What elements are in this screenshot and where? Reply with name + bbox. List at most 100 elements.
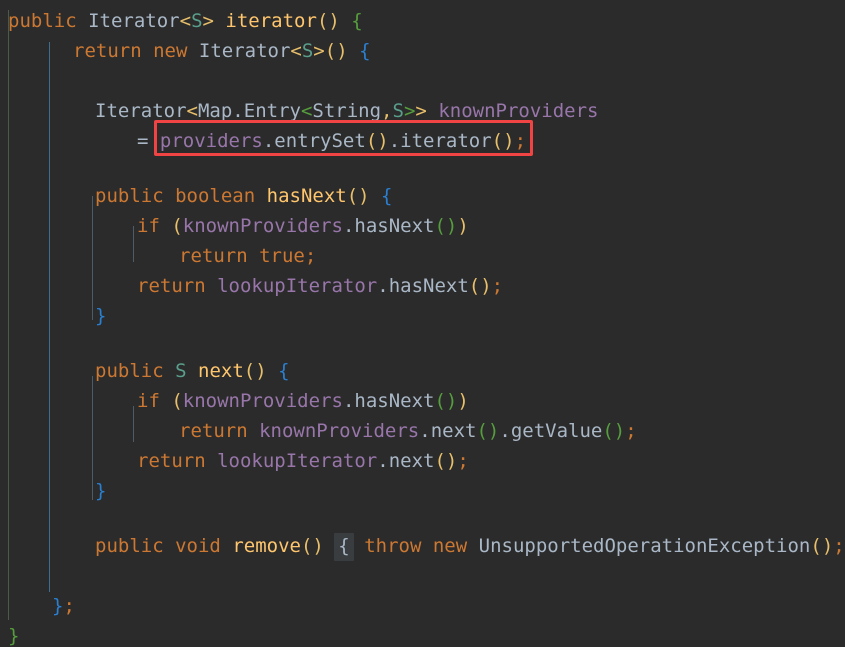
token-bracket: (): [324, 40, 348, 62]
code-line[interactable]: if (knownProviders.hasNext()): [8, 386, 469, 416]
token-type: String: [312, 100, 382, 122]
code-line[interactable]: }: [8, 621, 19, 647]
token-dot: .: [377, 275, 389, 297]
token-bracket: (): [243, 360, 267, 382]
token-field: knownProviders: [438, 100, 599, 122]
token-brace: {: [359, 40, 371, 62]
token-type-param: S: [392, 100, 404, 122]
code-line[interactable]: public S next() {: [8, 356, 290, 386]
token-semicolon: ;: [63, 595, 75, 617]
token-field: lookupIterator: [217, 450, 378, 472]
code-line[interactable]: public void remove() { throw new Unsuppo…: [8, 531, 845, 561]
token-method: getValue: [510, 420, 603, 442]
token-bracket: >: [403, 100, 416, 122]
code-line[interactable]: public boolean hasNext() {: [8, 181, 393, 211]
token-keyword: if: [137, 215, 160, 237]
code-line[interactable]: Iterator<Map.Entry<String,S>> knownProvi…: [8, 96, 598, 126]
token-field: knownProviders: [182, 215, 343, 237]
code-line[interactable]: }: [8, 476, 106, 506]
code-line[interactable]: return knownProviders.next().getValue();: [8, 416, 637, 446]
token-bracket: (): [602, 420, 626, 442]
token-semicolon: ;: [514, 130, 527, 152]
token-bracket: (): [810, 535, 834, 557]
token-dot: .: [499, 420, 511, 442]
token-bracket: (): [476, 420, 500, 442]
token-method-decl: iterator: [225, 10, 317, 32]
token-keyword: throw: [364, 535, 422, 557]
token-bracket: (): [316, 10, 340, 32]
code-line[interactable]: return new Iterator<S>() {: [8, 36, 371, 66]
token-keyword: public: [95, 535, 164, 557]
token-method: hasNext: [354, 390, 435, 412]
token-method: hasNext: [388, 275, 469, 297]
token-semicolon: ;: [491, 275, 504, 297]
code-editor[interactable]: public Iterator<S> iterator() { return n…: [0, 0, 845, 647]
token-bracket: (): [300, 535, 324, 557]
code-line[interactable]: return lookupIterator.next();: [8, 446, 469, 476]
token-type-param: S: [301, 40, 314, 62]
token-bracket: (): [434, 215, 458, 237]
token-keyword: return: [179, 420, 248, 442]
token-keyword: true: [259, 245, 305, 267]
code-text-layer[interactable]: public Iterator<S> iterator() { return n…: [0, 0, 845, 647]
token-keyword: new: [432, 535, 468, 557]
token-keyword: return: [179, 245, 248, 267]
token-brace: {: [278, 360, 290, 382]
token-method-decl: remove: [232, 535, 301, 557]
token-dot: .: [419, 420, 431, 442]
token-dot: .: [232, 100, 244, 122]
token-brace: }: [95, 480, 107, 502]
token-semicolon: ;: [304, 245, 317, 267]
token-type: Iterator: [88, 10, 180, 32]
token-keyword: return: [73, 40, 142, 62]
token-brace: {: [381, 185, 393, 207]
token-bracket: <: [179, 10, 192, 32]
token-method: hasNext: [354, 215, 435, 237]
token-keyword: public: [95, 360, 164, 382]
token-type-param: S: [191, 10, 203, 32]
token-bracket: >: [202, 10, 214, 32]
code-line[interactable]: if (knownProviders.hasNext()): [8, 211, 469, 241]
token-semicolon: ;: [833, 535, 845, 557]
token-bracket: <: [290, 40, 302, 62]
token-bracket: (): [346, 185, 370, 207]
token-keyword: boolean: [175, 185, 256, 207]
code-line[interactable]: public Iterator<S> iterator() {: [8, 6, 363, 36]
token-type: Entry: [243, 100, 301, 122]
code-line[interactable]: return true;: [8, 241, 316, 271]
token-brace: }: [95, 305, 107, 327]
code-line[interactable]: }: [8, 301, 106, 331]
token-dot: .: [342, 390, 355, 412]
token-semicolon: ;: [457, 450, 469, 472]
token-keyword: public: [8, 10, 77, 32]
token-field: lookupIterator: [217, 275, 378, 297]
token-dot: .: [342, 215, 355, 237]
token-dot: .: [388, 130, 401, 152]
token-dot: .: [262, 130, 275, 152]
token-field: providers: [159, 130, 263, 152]
code-line[interactable]: = providers.entrySet().iterator();: [8, 126, 526, 156]
token-keyword: void: [175, 535, 221, 557]
token-bracket: (: [171, 215, 183, 237]
token-method-decl: hasNext: [266, 185, 347, 207]
token-bracket: (): [365, 130, 389, 152]
token-bracket: <: [186, 100, 198, 122]
token-keyword: return: [137, 450, 206, 472]
token-bracket: (: [171, 390, 183, 412]
code-line[interactable]: return lookupIterator.hasNext();: [8, 271, 503, 301]
token-bracket: (): [468, 275, 492, 297]
token-method: iterator: [400, 130, 492, 152]
code-line[interactable]: };: [8, 591, 75, 621]
token-bracket: ): [457, 390, 469, 412]
token-type: UnsupportedOperationException: [478, 535, 811, 557]
token-keyword: public: [95, 185, 164, 207]
token-bracket: >: [415, 100, 427, 122]
token-bracket: <: [300, 100, 313, 122]
token-brace: {: [351, 10, 363, 32]
token-keyword: return: [137, 275, 206, 297]
token-dot: .: [377, 450, 389, 472]
token-method: entrySet: [274, 130, 366, 152]
token-bracket: (): [491, 130, 515, 152]
token-method: next: [430, 420, 477, 442]
token-brace: }: [8, 625, 20, 647]
